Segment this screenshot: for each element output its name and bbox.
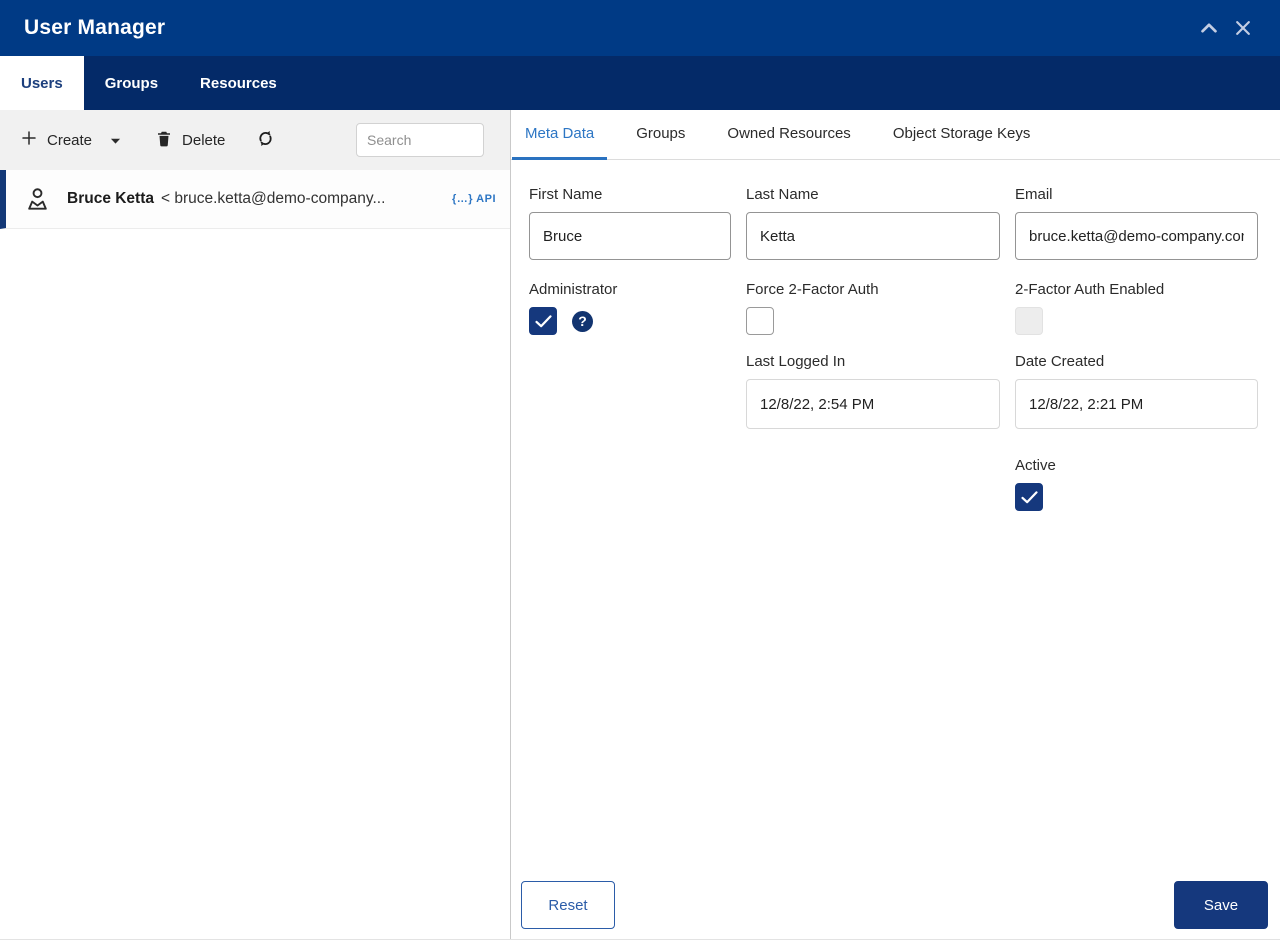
first-name-group: First Name [529,186,731,260]
nav-tab-resources[interactable]: Resources [179,56,298,110]
user-manager-window: User Manager Users Groups Resources Crea… [0,0,1280,940]
delete-button[interactable]: Delete [155,129,225,152]
main-content: Create Delete Search Bruce Ketta < bruce… [0,110,1280,939]
collapse-button[interactable] [1192,11,1226,45]
search-input[interactable] [356,123,484,157]
last-name-label: Last Name [746,186,819,203]
refresh-icon [255,128,276,153]
close-button[interactable] [1226,11,1260,45]
administrator-label: Administrator [529,281,618,298]
create-button[interactable]: Create [20,129,121,151]
main-nav-bar: Users Groups Resources [0,56,1280,110]
form-row-active: Active [529,457,1260,511]
meta-data-form: First Name Last Name Email Admi [511,160,1280,939]
tfa-enabled-label: 2-Factor Auth Enabled [1015,281,1165,298]
force-2fa-group: Force 2-Factor Auth Last Logged In 12/8/… [746,281,1000,429]
last-name-field[interactable] [746,212,1000,260]
last-logged-in-field: 12/8/22, 2:54 PM [746,379,1000,429]
form-row-flags: Administrator ? Force 2-Factor Auth Last… [529,281,1260,429]
force-2fa-checkbox[interactable] [746,307,774,335]
date-created-label: Date Created [1015,353,1105,370]
window-title: User Manager [24,16,166,39]
first-name-label: First Name [529,186,603,203]
force-2fa-row [746,307,1000,335]
save-button[interactable]: Save [1174,881,1268,929]
tab-meta-data[interactable]: Meta Data [512,110,608,160]
user-email-preview: < bruce.ketta@demo-company... [161,190,386,207]
date-created-field: 12/8/22, 2:21 PM [1015,379,1258,429]
user-list-panel: Create Delete Search Bruce Ketta < bruce… [0,110,511,939]
tab-owned-resources[interactable]: Owned Resources [714,110,863,160]
help-icon[interactable]: ? [572,310,593,332]
administrator-row: ? [529,307,731,335]
person-icon [24,186,51,213]
close-icon [1233,18,1253,38]
title-bar: User Manager [0,0,1280,56]
active-group: Active [1015,457,1258,511]
empty-cell [746,457,1000,511]
reset-button[interactable]: Reset [521,881,615,929]
tfa-enabled-checkbox [1015,307,1043,335]
caret-down-icon [110,132,121,149]
delete-button-label: Delete [182,131,226,149]
nav-tab-groups[interactable]: Groups [84,56,179,110]
tfa-enabled-group: 2-Factor Auth Enabled Date Created 12/8/… [1015,281,1258,429]
form-row-names: First Name Last Name Email [529,186,1260,260]
refresh-button[interactable] [255,128,276,153]
last-name-group: Last Name [746,186,1000,260]
list-toolbar: Create Delete [0,110,510,170]
last-logged-in-value: 12/8/22, 2:54 PM [760,395,875,413]
tab-groups[interactable]: Groups [623,110,698,160]
detail-tab-bar: Meta Data Groups Owned Resources Object … [511,110,1280,160]
user-detail-panel: Meta Data Groups Owned Resources Object … [511,110,1280,939]
plus-icon [20,129,38,151]
user-list-item[interactable]: Bruce Ketta < bruce.ketta@demo-company..… [0,170,510,229]
tfa-enabled-row [1015,307,1258,335]
active-label: Active [1015,457,1056,474]
tab-object-storage-keys[interactable]: Object Storage Keys [880,110,1044,160]
create-button-label: Create [47,131,93,149]
chevron-up-icon [1198,17,1220,39]
email-label: Email [1015,186,1053,203]
empty-cell [529,457,731,511]
form-actions: Reset Save [511,881,1280,929]
first-name-field[interactable] [529,212,731,260]
administrator-group: Administrator ? [529,281,731,429]
nav-tab-users[interactable]: Users [0,56,84,110]
email-field[interactable] [1015,212,1258,260]
user-list: Bruce Ketta < bruce.ketta@demo-company..… [0,170,510,939]
trash-icon [155,129,173,152]
email-group: Email [1015,186,1258,260]
api-badge[interactable]: {…} API [452,193,496,205]
user-name: Bruce Ketta [67,190,154,207]
administrator-checkbox[interactable] [529,307,557,335]
date-created-value: 12/8/22, 2:21 PM [1029,395,1144,413]
last-logged-in-label: Last Logged In [746,353,846,370]
force-2fa-label: Force 2-Factor Auth [746,281,879,298]
active-checkbox[interactable] [1015,483,1043,511]
